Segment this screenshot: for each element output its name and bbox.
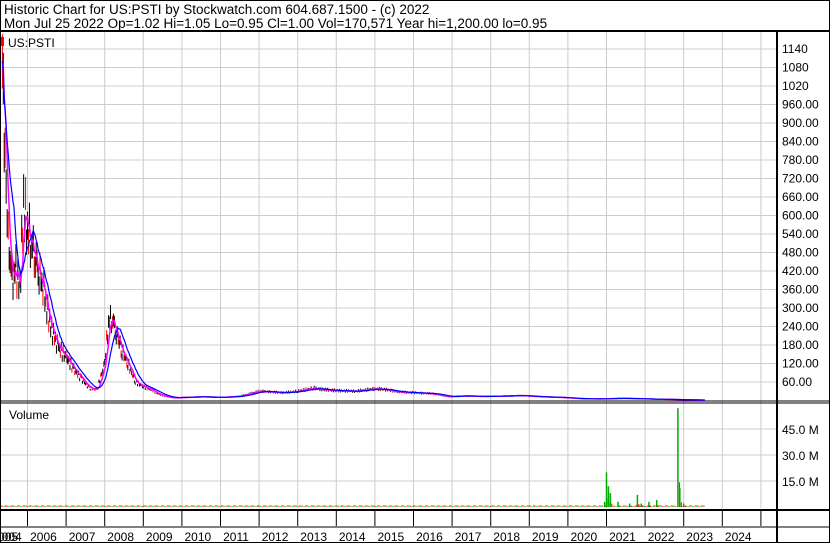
year-label: 2010 — [185, 530, 212, 543]
price-tick-label: 960.00 — [782, 98, 819, 112]
price-tick-label: 240.00 — [782, 320, 819, 334]
year-label: 2007 — [69, 530, 96, 543]
year-label: 2011 — [223, 530, 249, 543]
year-label: 2017 — [455, 530, 482, 543]
price-tick-label: 1140 — [782, 42, 808, 56]
price-tick-label: 660.00 — [782, 190, 819, 204]
price-tick-label: 480.00 — [782, 246, 819, 260]
year-label: 2023 — [686, 530, 713, 543]
price-tick-label: 600.00 — [782, 209, 819, 223]
price-tick-label: 840.00 — [782, 135, 819, 149]
symbol-label: US:PSTI — [8, 36, 55, 50]
year-label: 2012 — [262, 530, 289, 543]
year-label: 2020 — [571, 530, 598, 543]
year-label: 2016 — [416, 530, 443, 543]
year-label: 2013 — [300, 530, 327, 543]
year-label: 2022 — [648, 530, 675, 543]
price-tick-label: 1020 — [782, 79, 809, 93]
volume-tick-label: 15.0 M — [782, 475, 819, 489]
year-label: 2019 — [532, 530, 559, 543]
year-label: 2009 — [146, 530, 173, 543]
moving-average-short — [1, 61, 705, 401]
price-tick-label: 60.00 — [782, 375, 812, 389]
price-tick-label: 900.00 — [782, 116, 819, 130]
price-tick-label: 300.00 — [782, 301, 819, 315]
year-label: 2021 — [609, 530, 636, 543]
volume-tick-label: 30.0 M — [782, 449, 819, 463]
chart-window: Historic Chart for US:PSTI by Stockwatch… — [0, 0, 830, 543]
year-label: 2018 — [493, 530, 520, 543]
year-label: 2006 — [30, 530, 57, 543]
price-tick-label: 780.00 — [782, 153, 819, 167]
year-label: 2005 — [1, 530, 19, 543]
year-label: 2014 — [339, 530, 366, 543]
year-label: 2024 — [725, 530, 752, 543]
price-tick-label: 360.00 — [782, 283, 819, 297]
price-tick-label: 180.00 — [782, 338, 819, 352]
price-tick-label: 540.00 — [782, 227, 819, 241]
price-tick-label: 720.00 — [782, 172, 819, 186]
price-tick-label: 420.00 — [782, 264, 819, 278]
price-tick-label: 1080 — [782, 61, 809, 75]
volume-tick-label: 45.0 M — [782, 423, 819, 437]
price-tick-label: 120.00 — [782, 357, 819, 371]
price-volume-chart: 1140 1080 1020 960.00 900.00 840.00 780.00 720.… — [1, 30, 829, 543]
volume-label: Volume — [9, 408, 49, 422]
year-label: 2015 — [378, 530, 405, 543]
year-label: 2008 — [107, 530, 134, 543]
